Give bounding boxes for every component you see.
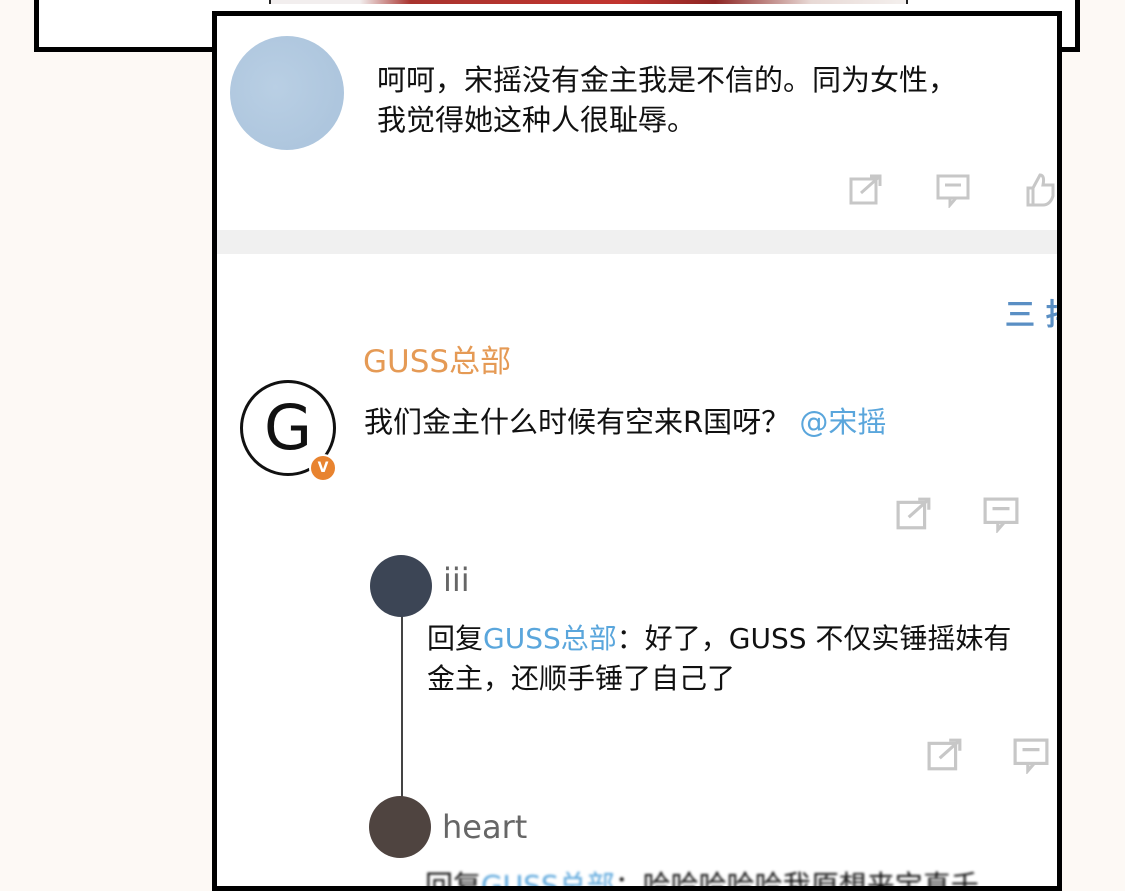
share-icon[interactable]	[896, 497, 932, 531]
mention-link[interactable]: @宋摇	[799, 405, 886, 439]
avatar[interactable]	[370, 555, 432, 617]
sort-button[interactable]: 三 排	[1005, 290, 1057, 334]
reply-username[interactable]: iii	[443, 561, 470, 599]
reply-separator: ：	[616, 622, 645, 655]
reply-text: 回复GUSS总部：好了，GUSS 不仅实锤摇妹有 金主，还顺手锤了自己了	[427, 619, 1011, 699]
reply-target-link[interactable]: GUSS总部	[483, 622, 617, 655]
reply-target-link[interactable]: GUSS总部	[481, 869, 615, 886]
reply-prefix: 回复	[425, 869, 482, 891]
avatar-letter: G	[263, 391, 313, 464]
reply-prefix: 回复	[427, 622, 484, 655]
comment-icon[interactable]	[936, 174, 970, 208]
share-icon[interactable]	[849, 174, 883, 206]
reply-text-body: 哈哈哈哈哈我原想来宝真千	[642, 869, 979, 891]
comment-text: 呵呵，宋摇没有金主我是不信的。同为女性， 我觉得她这种人很耻辱。	[377, 60, 1057, 140]
username[interactable]: GUSS总部	[363, 336, 511, 381]
comment-text-line1: 呵呵，宋摇没有金主我是不信的。同为女性，	[377, 63, 958, 97]
comment-icon[interactable]	[1013, 738, 1049, 774]
thread-connector	[401, 601, 403, 821]
verified-badge: V	[309, 454, 337, 482]
like-icon[interactable]	[1023, 172, 1057, 208]
comment-icon[interactable]	[983, 497, 1019, 533]
comment-text-main: 我们金主什么时候有空来R国呀？	[364, 405, 791, 439]
reply-text-line1: 回复GUSS总部：好了，GUSS 不仅实锤摇妹有	[427, 619, 1011, 659]
comment-text-line2: 我觉得她这种人很耻辱。	[377, 103, 697, 137]
share-icon[interactable]	[927, 738, 963, 772]
comment-text: 我们金主什么时候有空来R国呀？ @宋摇	[364, 402, 886, 442]
avatar[interactable]	[230, 36, 344, 150]
verified-badge-label: V	[317, 460, 329, 476]
reply-text-body: 好了，GUSS 不仅实锤摇妹有	[644, 622, 1012, 655]
avatar[interactable]	[369, 796, 431, 858]
background-artwork	[269, 0, 908, 4]
reply-separator: ：	[614, 869, 643, 891]
comment-feed-card: 呵呵，宋摇没有金主我是不信的。同为女性， 我觉得她这种人很耻辱。 三 排 GUS…	[212, 11, 1062, 891]
reply-text-line2: 金主，还顺手锤了自己了	[427, 662, 736, 695]
section-divider	[217, 230, 1057, 254]
reply-username[interactable]: heart	[442, 808, 527, 846]
